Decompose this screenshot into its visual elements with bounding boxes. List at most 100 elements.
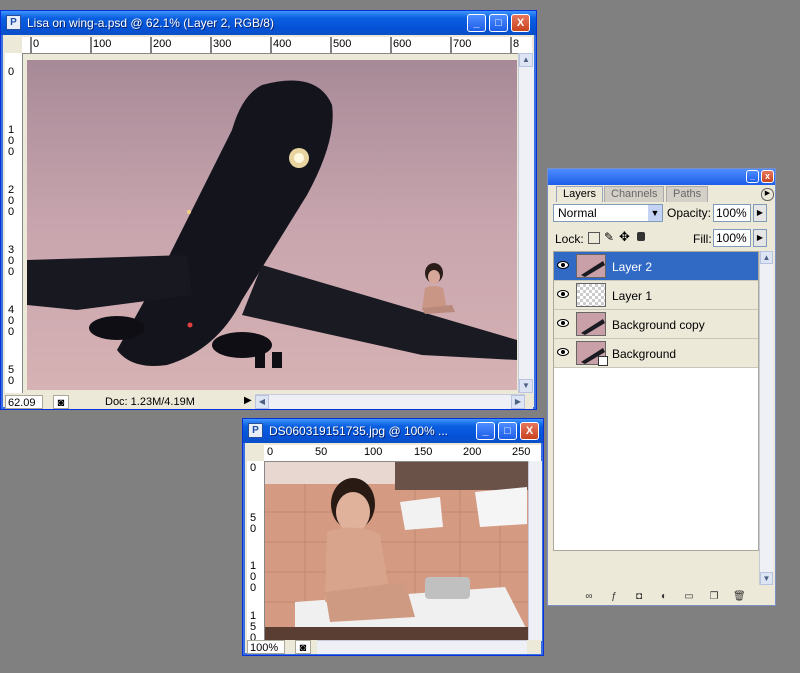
- second-status-bar: 100% ◙: [247, 640, 541, 654]
- lock-all-icon[interactable]: [637, 232, 645, 241]
- ruler-label: 300: [213, 38, 232, 50]
- opacity-value: 100%: [716, 206, 747, 220]
- status-arrow-icon[interactable]: ▶: [244, 395, 252, 406]
- ruler-label: 100: [93, 38, 112, 50]
- ruler-label: 50: [315, 446, 328, 458]
- horizontal-scrollbar[interactable]: ◀ ▶: [255, 394, 525, 409]
- fill-arrow-icon[interactable]: ▶: [753, 229, 767, 247]
- horizontal-ruler[interactable]: 0 100 200 300 400 500 600 700 8: [22, 37, 532, 54]
- ruler-label: 500: [333, 38, 352, 50]
- ruler-label: 0: [267, 446, 274, 458]
- layer-row-background-copy[interactable]: Background copy: [554, 310, 758, 339]
- opacity-input[interactable]: 100%: [713, 204, 751, 222]
- scroll-right-icon[interactable]: ▶: [511, 395, 525, 409]
- minimize-button[interactable]: _: [467, 14, 486, 32]
- lock-icon: [598, 356, 608, 366]
- horizontal-ruler[interactable]: 0 50 100 150 200 250: [264, 445, 541, 462]
- zoom-field[interactable]: 100%: [247, 640, 285, 654]
- ruler-label: 700: [453, 38, 472, 50]
- scroll-down-icon[interactable]: ▼: [519, 379, 533, 393]
- fill-input[interactable]: 100%: [713, 229, 751, 247]
- scroll-left-icon[interactable]: ◀: [255, 395, 269, 409]
- layers-list[interactable]: Layer 2 Layer 1 Background copy Backgrou…: [553, 251, 759, 551]
- main-window-titlebar[interactable]: P Lisa on wing-a.psd @ 62.1% (Layer 2, R…: [1, 11, 536, 35]
- document-canvas[interactable]: [27, 60, 517, 390]
- fill-value: 100%: [716, 231, 747, 245]
- eye-icon[interactable]: [557, 347, 569, 357]
- horizontal-scrollbar[interactable]: [317, 640, 527, 654]
- tab-paths[interactable]: Paths: [666, 186, 709, 202]
- status-menu-icon[interactable]: ◙: [53, 395, 69, 409]
- panel-minimize-button[interactable]: _: [746, 170, 759, 183]
- vertical-ruler[interactable]: 0 5 0 1 0 0 1 5 0: [247, 461, 265, 641]
- lock-move-icon[interactable]: ✥: [619, 229, 630, 245]
- ruler-label: 0: [249, 462, 257, 474]
- maximize-button[interactable]: □: [498, 422, 517, 440]
- new-group-icon[interactable]: ▭: [683, 591, 695, 603]
- ruler-label: 0: [7, 66, 15, 78]
- ruler-label: 400: [273, 38, 292, 50]
- ruler-label: 8: [513, 38, 520, 50]
- opacity-arrow-icon[interactable]: ▶: [753, 204, 767, 222]
- status-menu-icon[interactable]: ◙: [295, 640, 311, 654]
- link-icon[interactable]: ∞: [583, 591, 595, 603]
- scroll-down-icon[interactable]: ▼: [760, 572, 773, 585]
- layer-row-background[interactable]: Background: [554, 339, 758, 368]
- vertical-scrollbar[interactable]: [528, 461, 542, 641]
- ruler-label: 600: [393, 38, 412, 50]
- vertical-ruler[interactable]: 0 1 0 0 2 0 0 3 0 0 4 0 0 5 0: [5, 53, 23, 393]
- photoshop-document-icon: P: [6, 15, 21, 30]
- new-layer-icon[interactable]: ❐: [708, 591, 720, 603]
- ruler-label: 3 0 0: [7, 244, 15, 278]
- blend-mode-value: Normal: [558, 206, 597, 220]
- layer-thumbnail: [576, 312, 606, 336]
- eye-icon[interactable]: [557, 289, 569, 299]
- blend-mode-select[interactable]: Normal ▼: [553, 204, 663, 222]
- second-window-title: DS060319151735.jpg @ 100% ...: [269, 424, 448, 438]
- photoshop-document-icon: P: [248, 423, 263, 438]
- layer-row-layer-2[interactable]: Layer 2: [554, 252, 758, 281]
- tab-layers[interactable]: Layers: [556, 186, 604, 202]
- layer-row-layer-1[interactable]: Layer 1: [554, 281, 758, 310]
- panel-titlebar[interactable]: _ x: [548, 169, 775, 185]
- eye-icon[interactable]: [557, 260, 569, 270]
- ruler-label: 1 0 0: [249, 560, 257, 594]
- airplane-image: [27, 60, 517, 390]
- ruler-label: 1 5 0: [249, 610, 257, 642]
- layer-style-icon[interactable]: ƒ: [608, 591, 620, 603]
- chevron-down-icon[interactable]: ▼: [648, 205, 662, 221]
- panel-menu-icon[interactable]: ▶: [761, 188, 774, 201]
- layer-name: Background: [612, 347, 677, 361]
- main-document-window[interactable]: P Lisa on wing-a.psd @ 62.1% (Layer 2, R…: [0, 10, 537, 410]
- layer-name: Layer 2: [612, 260, 653, 274]
- panel-close-button[interactable]: x: [761, 170, 774, 183]
- scroll-up-icon[interactable]: ▲: [519, 53, 533, 67]
- lock-brush-icon[interactable]: ✎: [604, 230, 614, 244]
- minimize-button[interactable]: _: [476, 422, 495, 440]
- ruler-label: 5 0: [249, 512, 257, 535]
- ruler-label: 100: [364, 446, 383, 458]
- maximize-button[interactable]: □: [489, 14, 508, 32]
- close-button[interactable]: X: [511, 14, 530, 32]
- eye-icon[interactable]: [557, 318, 569, 328]
- tab-channels[interactable]: Channels: [604, 186, 665, 202]
- layers-scrollbar[interactable]: ▲ ▼: [759, 251, 773, 585]
- second-window-titlebar[interactable]: P DS060319151735.jpg @ 100% ... _ □ X: [243, 419, 543, 443]
- fill-label: Fill:: [693, 232, 712, 246]
- scroll-up-icon[interactable]: ▲: [760, 251, 773, 264]
- vertical-scrollbar[interactable]: ▲ ▼: [518, 53, 534, 393]
- layers-panel[interactable]: _ x Layers Channels Paths ▶ Normal ▼ Opa…: [547, 168, 776, 606]
- adjustment-layer-icon[interactable]: ◐: [658, 591, 670, 603]
- zoom-field[interactable]: 62.09: [5, 395, 43, 409]
- second-document-window[interactable]: P DS060319151735.jpg @ 100% ... _ □ X 0 …: [242, 418, 544, 656]
- close-button[interactable]: X: [520, 422, 539, 440]
- child-in-sink-image: [265, 462, 528, 640]
- lock-transparency-icon[interactable]: [588, 232, 600, 244]
- ruler-label: 4 0 0: [7, 304, 15, 338]
- document-canvas[interactable]: [265, 462, 528, 640]
- ruler-label: 250: [512, 446, 531, 458]
- layers-bottom-toolbar: ∞ ƒ ◘ ◐ ▭ ❐ 🗑: [548, 590, 775, 606]
- layer-thumbnail: [576, 254, 606, 278]
- mask-icon[interactable]: ◘: [633, 591, 645, 603]
- trash-icon[interactable]: 🗑: [733, 591, 746, 603]
